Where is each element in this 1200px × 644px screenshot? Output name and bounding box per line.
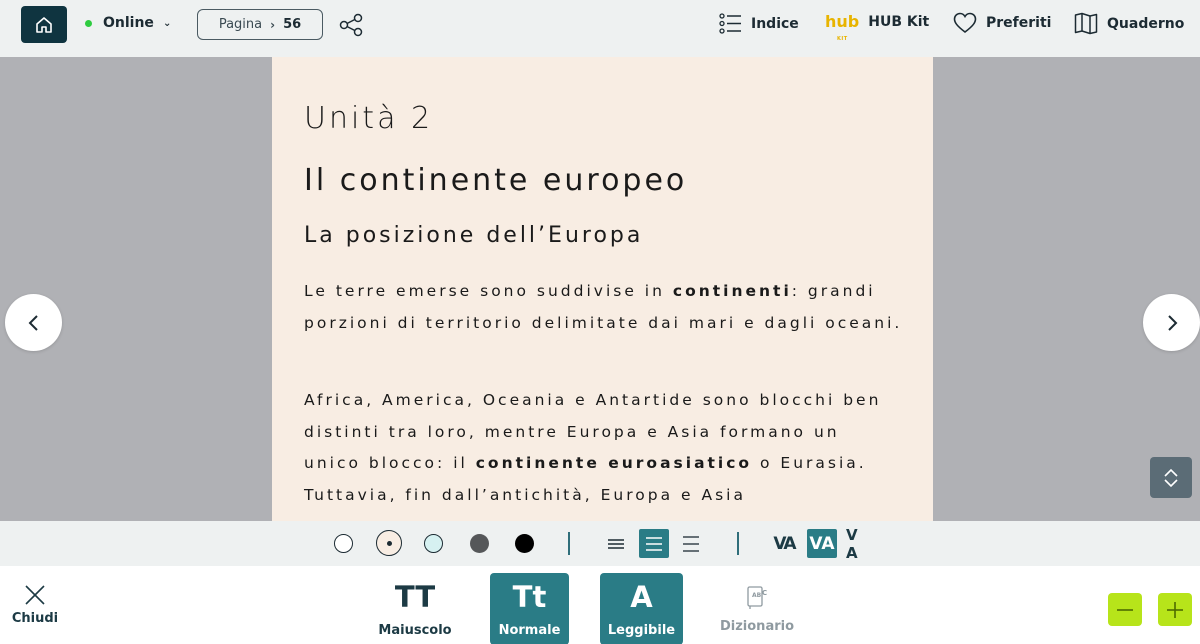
mode-normale-button[interactable]: Tt Normale [490, 573, 569, 644]
indice-label: Indice [751, 15, 799, 32]
swatch-cream-selected[interactable] [376, 530, 402, 556]
book-open-icon [1074, 12, 1098, 35]
zoom-out-button[interactable] [1108, 593, 1142, 626]
lines-wide-icon [683, 535, 699, 552]
swatch-gray[interactable] [470, 534, 489, 553]
chapter-title: Il continente europeo [304, 163, 688, 198]
dictionary-icon: AB C [747, 586, 767, 609]
page-navigator[interactable]: Pagina › 56 [197, 9, 323, 40]
page-number: 56 [283, 17, 302, 32]
home-button[interactable] [21, 6, 67, 43]
divider [568, 532, 570, 555]
chevron-right-icon [1167, 314, 1177, 331]
mode-maiuscolo-button[interactable]: TT Maiuscolo [378, 573, 452, 644]
readable-font-icon: A [630, 580, 653, 614]
dizionario-button[interactable]: AB C Dizionario [720, 573, 794, 644]
section-title: La posizione dell’Europa [304, 223, 644, 248]
close-label: Chiudi [11, 611, 59, 626]
list-icon [719, 13, 741, 34]
uppercase-icon: TT [394, 580, 436, 614]
letter-spacing-tight-button[interactable]: VA [771, 529, 797, 558]
hubkit-logo-text: hub [825, 12, 860, 31]
mode-label: Dizionario [719, 619, 795, 634]
quaderno-button[interactable]: Quaderno [1074, 12, 1184, 35]
mode-label: Normale [498, 623, 561, 638]
close-button[interactable]: Chiudi [12, 584, 58, 626]
zoom-in-button[interactable] [1158, 593, 1192, 626]
mixed-case-icon: Tt [512, 580, 547, 614]
chevron-down-icon: ⌄ [162, 17, 172, 29]
chevron-left-icon [28, 314, 38, 331]
divider [737, 532, 739, 555]
reading-settings-bar [0, 521, 1200, 566]
indice-button[interactable]: Indice [719, 12, 799, 35]
collapse-toolbar-button[interactable] [1150, 457, 1192, 498]
p2-keyword: continente euroasiatico [475, 454, 753, 473]
mode-label: Maiuscolo [378, 623, 452, 638]
hubkit-button[interactable]: hub KIT HUB Kit [825, 12, 930, 43]
preferiti-label: Preferiti [986, 15, 1052, 31]
previous-page-button[interactable] [5, 294, 62, 351]
hubkit-logo-sub: KIT [837, 36, 848, 42]
swatch-black[interactable] [515, 534, 534, 553]
heart-icon [953, 12, 977, 34]
letter-spacing-normal-button[interactable]: VA [807, 529, 837, 558]
close-icon [25, 585, 45, 605]
unit-heading: Unità 2 [304, 101, 434, 136]
line-spacing-wide-button[interactable] [676, 529, 706, 558]
top-bar: Online ⌄ Pagina › 56 Indice hub KIT HUB K… [0, 0, 1200, 57]
status-label: Online [103, 15, 154, 31]
hubkit-label: HUB Kit [868, 14, 930, 30]
chevron-right-icon: › [270, 17, 276, 32]
swatch-cyan[interactable] [424, 534, 443, 553]
plus-icon [1167, 601, 1183, 618]
lines-compact-icon [608, 538, 624, 549]
hubkit-logo: hub KIT [825, 12, 860, 43]
p1-text-a: Le terre emerse sono suddivise in [304, 282, 673, 300]
quaderno-label: Quaderno [1107, 15, 1185, 32]
line-spacing-compact-button[interactable] [601, 529, 631, 558]
mode-label: Leggibile [607, 623, 676, 638]
selected-dot-icon [387, 541, 392, 546]
chevron-up-down-icon [1164, 468, 1178, 487]
mode-leggibile-button[interactable]: A Leggibile [600, 573, 683, 644]
swatch-white[interactable] [334, 534, 353, 553]
lines-normal-icon [646, 536, 662, 551]
book-page: Unità 2 Il continente europeo La posizio… [272, 57, 933, 521]
p1-keyword: continenti [672, 282, 792, 300]
home-icon [36, 16, 52, 33]
page-label: Pagina [218, 17, 263, 32]
letter-spacing-wide-button[interactable]: V A [846, 526, 872, 562]
status-dropdown[interactable]: Online ⌄ [85, 15, 171, 31]
paragraph-1: Le terre emerse sono suddivise in contin… [304, 276, 904, 339]
preferiti-button[interactable]: Preferiti [953, 12, 1051, 34]
minus-icon [1117, 608, 1133, 611]
line-spacing-normal-button[interactable] [639, 529, 669, 558]
next-page-button[interactable] [1143, 294, 1200, 351]
paragraph-2: Africa, America, Oceania e Antartide son… [304, 385, 904, 512]
online-dot-icon [85, 19, 92, 27]
svg-text:AB: AB [752, 592, 762, 599]
share-icon[interactable] [339, 13, 363, 41]
svg-text:C: C [762, 589, 767, 597]
